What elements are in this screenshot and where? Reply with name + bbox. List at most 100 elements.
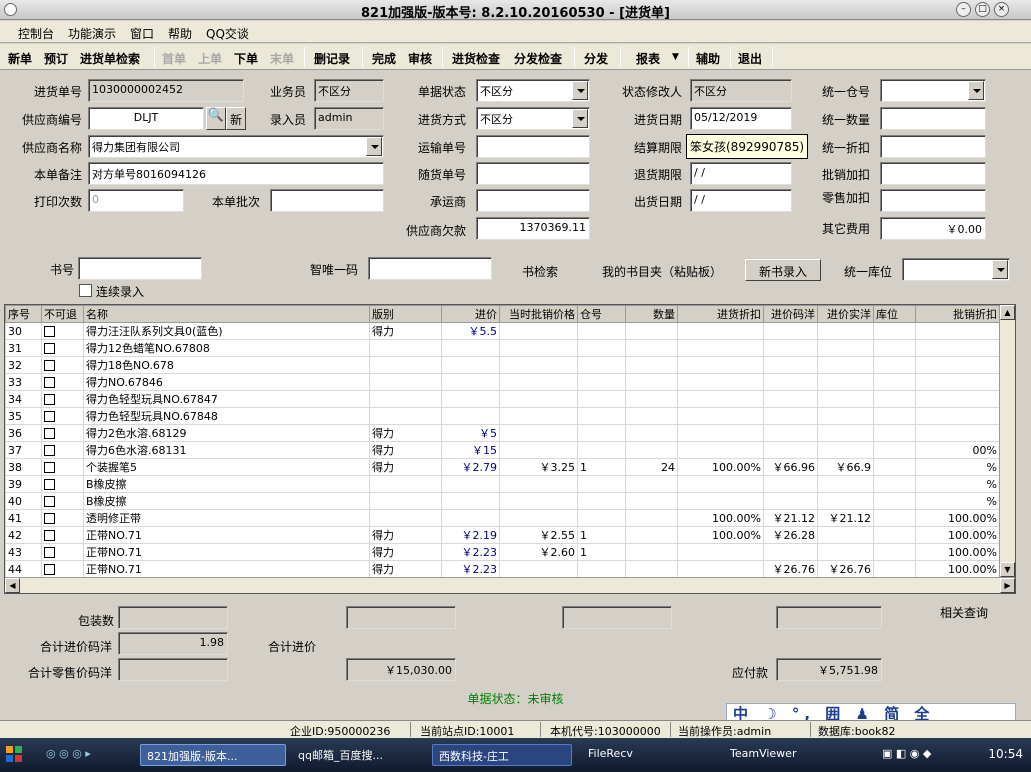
- continuous-entry-checkbox[interactable]: [79, 284, 92, 297]
- table-row[interactable]: 38 个装握笔5 得力 ￥2.79 ￥3.25 1 24 100.00% ￥66.96 ￥66.9…: [5, 458, 1000, 476]
- scroll-up-icon[interactable]: ▲: [1000, 305, 1015, 320]
- last-order-button[interactable]: 末单: [270, 50, 294, 67]
- close-button[interactable]: ×: [994, 2, 1009, 17]
- table-cell[interactable]: [41, 356, 84, 374]
- table-cell[interactable]: [41, 441, 84, 459]
- table-row[interactable]: 30 得力汪汪队系列文具0(蓝色) 得力 ￥5.5: [5, 322, 1000, 340]
- column-header[interactable]: 序号: [5, 305, 42, 323]
- column-header[interactable]: 当时批销价格: [499, 305, 578, 323]
- menu-console[interactable]: 控制台: [18, 25, 54, 42]
- table-row[interactable]: 31 得力12色蜡笔NO.67808: [5, 339, 1000, 357]
- reserve-button[interactable]: 预订: [44, 50, 68, 67]
- table-row[interactable]: 39 B橡皮擦%: [5, 475, 1000, 493]
- table-cell[interactable]: [41, 407, 84, 425]
- column-header[interactable]: 版别: [369, 305, 442, 323]
- non-returnable-checkbox[interactable]: [44, 479, 55, 490]
- first-order-button[interactable]: 首单: [162, 50, 186, 67]
- table-cell[interactable]: [41, 390, 84, 408]
- column-header[interactable]: 库位: [873, 305, 916, 323]
- column-header[interactable]: 数量: [625, 305, 678, 323]
- wholesale-markup-field[interactable]: [880, 162, 986, 185]
- table-row[interactable]: 40 B橡皮擦%: [5, 492, 1000, 510]
- table-row[interactable]: 34 得力色轻型玩具NO.67847: [5, 390, 1000, 408]
- scroll-right-icon[interactable]: ▶: [1000, 578, 1015, 593]
- column-header[interactable]: 进价码洋: [763, 305, 818, 323]
- table-cell[interactable]: [41, 509, 84, 527]
- menu-window[interactable]: 窗口: [130, 25, 154, 42]
- table-row[interactable]: 41 透明修正带 100.00% ￥21.12 ￥21.12 100.00%: [5, 509, 1000, 527]
- table-row[interactable]: 32 得力18色NO.678: [5, 356, 1000, 374]
- purchase-date-field[interactable]: 05/12/2019: [690, 107, 792, 130]
- column-header[interactable]: 名称: [83, 305, 370, 323]
- doc-status-select[interactable]: 不区分: [476, 79, 590, 102]
- maximize-button[interactable]: □: [975, 2, 990, 17]
- taskbar-item-app[interactable]: 821加强版-版本...: [140, 744, 286, 766]
- table-cell[interactable]: [41, 526, 84, 544]
- exit-button[interactable]: 退出: [738, 50, 762, 67]
- table-row[interactable]: 35 得力色轻型玩具NO.67848: [5, 407, 1000, 425]
- chevron-down-icon[interactable]: [572, 81, 588, 100]
- taskbar-item-teamviewer[interactable]: TeamViewer: [724, 744, 864, 766]
- non-returnable-checkbox[interactable]: [44, 377, 55, 388]
- new-supplier-button[interactable]: 新: [226, 107, 246, 130]
- taskbar-item-folder[interactable]: FileRecv: [582, 744, 718, 766]
- non-returnable-checkbox[interactable]: [44, 496, 55, 507]
- report-dropdown-icon[interactable]: ▼: [672, 52, 679, 62]
- table-cell[interactable]: [41, 543, 84, 561]
- unique-code-field[interactable]: [368, 257, 492, 280]
- table-cell[interactable]: [41, 424, 84, 442]
- shipping-no-field[interactable]: [476, 135, 590, 158]
- distribute-button[interactable]: 分发: [584, 50, 608, 67]
- taskbar-item-chat[interactable]: 西数科技-庄工: [432, 744, 572, 766]
- chevron-down-icon[interactable]: [968, 81, 984, 100]
- order-search-button[interactable]: 进货单检索: [80, 50, 140, 67]
- non-returnable-checkbox[interactable]: [44, 360, 55, 371]
- supplier-code-field[interactable]: DLJT: [88, 107, 204, 130]
- non-returnable-checkbox[interactable]: [44, 343, 55, 354]
- column-header[interactable]: 不可退: [41, 305, 84, 323]
- purchase-check-button[interactable]: 进货检查: [452, 50, 500, 67]
- scroll-left-icon[interactable]: ◀: [5, 578, 20, 593]
- retail-markup-field[interactable]: [880, 189, 986, 212]
- table-row[interactable]: 37 得力6色水溶.68131 得力 ￥15 00%: [5, 441, 1000, 459]
- column-header[interactable]: 进货折扣: [677, 305, 764, 323]
- taskbar-item-browser[interactable]: qq邮箱_百度搜...: [292, 744, 428, 766]
- distribution-check-button[interactable]: 分发检查: [514, 50, 562, 67]
- table-cell[interactable]: [41, 339, 84, 357]
- minimize-button[interactable]: –: [956, 2, 971, 17]
- table-row[interactable]: 44 正带NO.71 得力 ￥2.23 ￥26.76 ￥26.76 100.00%: [5, 560, 1000, 578]
- chevron-down-icon[interactable]: [992, 260, 1008, 279]
- carrier-field[interactable]: [476, 189, 590, 212]
- scroll-down-icon[interactable]: ▼: [1000, 562, 1015, 577]
- unified-qty-field[interactable]: [880, 107, 986, 130]
- related-query-link[interactable]: 相关查询: [940, 604, 988, 621]
- table-cell[interactable]: [41, 373, 84, 391]
- table-row[interactable]: 42 正带NO.71 得力 ￥2.19 ￥2.55 1 100.00% ￥26.28 100.0…: [5, 526, 1000, 544]
- non-returnable-checkbox[interactable]: [44, 445, 55, 456]
- start-icon[interactable]: [6, 746, 22, 762]
- column-header[interactable]: 批销折扣: [915, 305, 1000, 323]
- table-row[interactable]: 43 正带NO.71 得力 ￥2.23 ￥2.60 1 100.00%: [5, 543, 1000, 561]
- unified-discount-field[interactable]: [880, 135, 986, 158]
- complete-button[interactable]: 完成: [372, 50, 396, 67]
- new-order-button[interactable]: 新单: [8, 50, 32, 67]
- menu-qq-chat[interactable]: QQ交谈: [206, 25, 249, 42]
- table-cell[interactable]: [41, 492, 84, 510]
- batch-field[interactable]: [270, 189, 384, 212]
- other-fee-field[interactable]: ￥0.00: [880, 217, 986, 240]
- return-period-field[interactable]: / /: [690, 162, 792, 185]
- column-header[interactable]: 进价实洋: [817, 305, 874, 323]
- non-returnable-checkbox[interactable]: [44, 530, 55, 541]
- my-folder-link[interactable]: 我的书目夹（粘贴板）: [602, 263, 722, 280]
- audit-button[interactable]: 审核: [408, 50, 432, 67]
- new-book-button[interactable]: 新书录入: [745, 259, 821, 281]
- next-order-button[interactable]: 下单: [234, 50, 258, 67]
- menu-help[interactable]: 帮助: [168, 25, 192, 42]
- report-button[interactable]: 报表: [636, 50, 660, 67]
- table-cell[interactable]: [41, 458, 84, 476]
- prev-order-button[interactable]: 上单: [198, 50, 222, 67]
- menu-demo[interactable]: 功能演示: [68, 25, 116, 42]
- assist-button[interactable]: 辅助: [696, 50, 720, 67]
- unified-location-select[interactable]: [902, 258, 1010, 281]
- non-returnable-checkbox[interactable]: [44, 547, 55, 558]
